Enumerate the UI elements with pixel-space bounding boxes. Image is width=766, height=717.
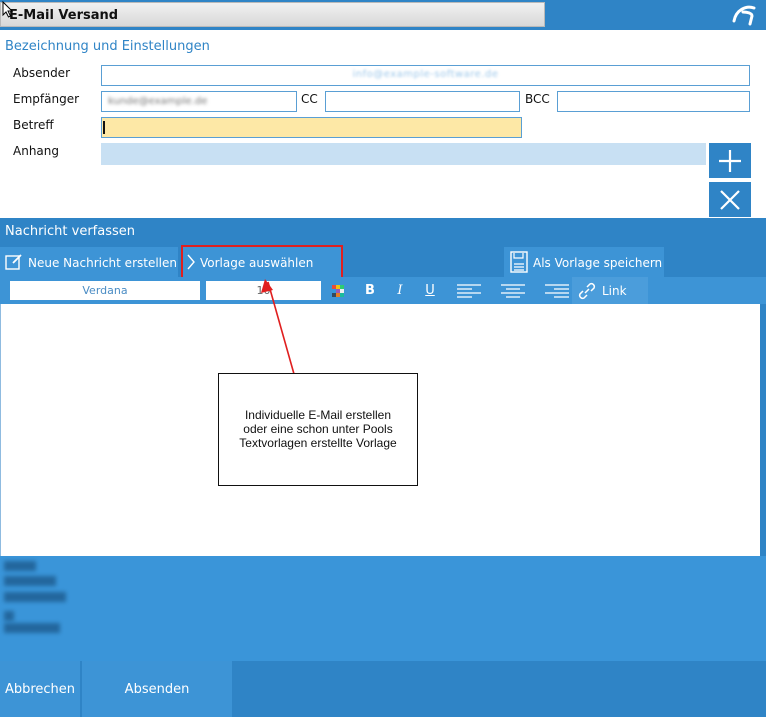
insert-link-button[interactable]: Link <box>572 277 648 304</box>
recipient-label: Empfänger <box>13 92 80 106</box>
mouse-cursor-icon <box>2 1 14 18</box>
sender-field[interactable]: info@example-software.de <box>101 65 750 86</box>
redacted-line <box>4 592 66 602</box>
new-message-label: Neue Nachricht erstellen <box>28 256 177 270</box>
redacted-line <box>4 561 36 571</box>
send-button[interactable]: Absenden <box>82 661 232 717</box>
text-caret <box>103 121 105 134</box>
settings-panel: Bezeichnung und Einstellungen Absender i… <box>0 30 766 218</box>
bcc-label: BCC <box>525 92 550 106</box>
redacted-line <box>4 623 60 633</box>
title-box: E-Mail Versand <box>0 2 545 27</box>
remove-attachment-button[interactable] <box>709 182 751 217</box>
compose-heading: Nachricht verfassen <box>5 224 136 239</box>
recipient-value: kunde@example.de <box>108 96 208 107</box>
align-left-icon[interactable] <box>456 283 482 299</box>
cc-field[interactable] <box>325 91 520 112</box>
redacted-line <box>4 576 56 586</box>
plus-icon <box>719 150 741 172</box>
font-family-select[interactable]: Verdana <box>10 281 200 300</box>
underline-button[interactable]: U <box>418 281 442 301</box>
save-as-template-button[interactable]: Als Vorlage speichern <box>504 247 664 277</box>
align-right-icon[interactable] <box>544 283 570 299</box>
annotation-highlight-box <box>181 245 343 279</box>
add-attachment-button[interactable] <box>709 143 751 178</box>
redacted-line <box>4 611 14 621</box>
edit-icon <box>5 254 22 270</box>
link-label: Link <box>602 284 627 298</box>
callout-line-2: oder eine schon unter Pools <box>243 422 393 436</box>
cancel-button[interactable]: Abbrechen <box>0 661 80 717</box>
callout-line-1: Individuelle E-Mail erstellen <box>244 408 392 422</box>
sender-value: info@example-software.de <box>352 69 499 80</box>
callout-line-3: Textvorlagen erstellte Vorlage <box>239 436 397 450</box>
sender-label: Absender <box>13 66 70 80</box>
close-icon <box>720 190 740 210</box>
window-title: E-Mail Versand <box>9 8 119 23</box>
subject-label: Betreff <box>13 118 54 132</box>
cc-label: CC <box>301 92 318 106</box>
callout-text: Individuelle E-Mail erstellen oder eine … <box>219 408 417 450</box>
color-picker-icon[interactable] <box>331 284 345 298</box>
recipient-field[interactable]: kunde@example.de <box>101 91 297 112</box>
signature-area <box>0 556 766 661</box>
attachment-label: Anhang <box>13 144 59 158</box>
bcc-field[interactable] <box>557 91 750 112</box>
italic-button[interactable]: I <box>388 281 412 301</box>
settings-heading: Bezeichnung und Einstellungen <box>5 39 210 54</box>
subject-field[interactable] <box>101 117 522 138</box>
annotation-callout: Individuelle E-Mail erstellen oder eine … <box>218 373 418 486</box>
link-icon <box>578 282 596 300</box>
align-center-icon[interactable] <box>500 283 526 299</box>
new-message-button[interactable]: Neue Nachricht erstellen <box>0 247 178 277</box>
app-logo-icon <box>732 5 756 26</box>
attachment-field[interactable] <box>101 143 706 165</box>
save-template-icon <box>510 251 528 273</box>
font-size-select[interactable]: 10 <box>206 281 321 300</box>
bold-button[interactable]: B <box>358 281 382 301</box>
save-template-label: Als Vorlage speichern <box>533 256 663 270</box>
